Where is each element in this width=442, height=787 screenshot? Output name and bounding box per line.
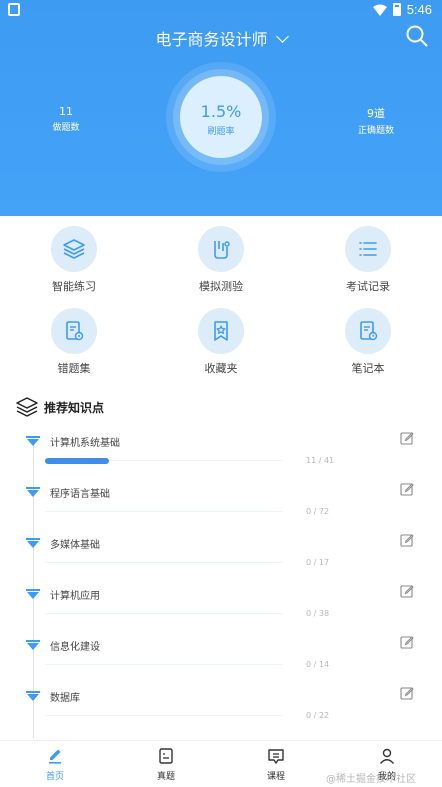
knowledge-point-item[interactable]: 计算机系统基础 11 / 41	[0, 431, 442, 485]
knowledge-point-item[interactable]: 计算机应用 0 / 38	[0, 584, 442, 638]
watermark: @稀土掘金技术社区	[326, 774, 416, 785]
nav-home-label: 首页	[45, 772, 64, 782]
timeline-marker-icon	[26, 691, 40, 701]
flask-icon	[198, 226, 244, 272]
list-icon	[345, 226, 391, 272]
knowledge-point-count: 0 / 17	[306, 558, 330, 567]
mock-test-button[interactable]: 模拟测验	[171, 226, 271, 294]
subject-selector[interactable]: 电子商务设计师	[0, 26, 442, 50]
page-title: 电子商务设计师	[155, 30, 268, 49]
layers-icon	[16, 397, 38, 417]
header: 5:46 电子商务设计师 1.5% 刷题率 11 做题数 9道 正确题数	[0, 0, 442, 216]
timeline-marker-icon	[26, 589, 40, 599]
knowledge-point-count: 0 / 72	[306, 507, 330, 516]
timeline-marker-icon	[26, 640, 40, 650]
error-book-icon	[51, 308, 97, 354]
knowledge-point-name: 信息化建设	[50, 642, 100, 653]
notebook-icon	[345, 308, 391, 354]
knowledge-point-progress	[45, 662, 283, 667]
layers-icon	[51, 226, 97, 272]
knowledge-point-count: 0 / 22	[306, 711, 330, 720]
knowledge-point-item[interactable]: 多媒体基础 0 / 17	[0, 533, 442, 587]
edit-icon[interactable]	[400, 482, 414, 496]
pencil-icon	[49, 749, 61, 764]
nav-courses[interactable]: 课程	[246, 747, 306, 782]
bookmark-star-icon	[198, 308, 244, 354]
error-book-label: 错题集	[57, 362, 91, 375]
nav-past-papers[interactable]: 真题	[136, 747, 196, 782]
search-icon[interactable]	[406, 25, 428, 47]
edit-icon[interactable]	[400, 431, 414, 445]
knowledge-point-count: 11 / 41	[306, 456, 335, 465]
mock-test-label: 模拟测验	[199, 280, 243, 293]
timeline-marker-icon	[26, 487, 40, 497]
exam-record-label: 考试记录	[346, 280, 390, 293]
paper-icon	[159, 748, 173, 764]
knowledge-point-item[interactable]: 程序语言基础 0 / 72	[0, 482, 442, 536]
course-icon	[268, 749, 284, 764]
edit-icon[interactable]	[400, 686, 414, 700]
knowledge-point-progress	[45, 713, 283, 718]
knowledge-point-progress	[45, 509, 283, 514]
done-count-stat: 11 做题数	[40, 105, 92, 133]
smart-practice-label: 智能练习	[52, 280, 96, 293]
wifi-icon	[372, 4, 387, 16]
knowledge-point-name: 计算机应用	[50, 591, 100, 602]
notebook-button[interactable]: 笔记本	[318, 308, 418, 376]
status-indicators: 5:46	[372, 2, 432, 17]
done-count-label: 做题数	[52, 123, 80, 133]
battery-icon	[392, 3, 401, 16]
knowledge-point-progress	[45, 458, 283, 464]
knowledge-point-item[interactable]: 信息化建设 0 / 14	[0, 635, 442, 689]
brush-rate-label: 刷题率	[207, 127, 235, 137]
status-time: 5:46	[406, 2, 432, 17]
correct-count-stat: 9道 正确题数	[346, 105, 406, 136]
knowledge-point-progress	[45, 611, 283, 616]
knowledge-point-progress	[45, 560, 283, 565]
nav-past-papers-label: 真题	[156, 772, 175, 782]
done-count-value: 11	[59, 105, 73, 118]
knowledge-point-name: 多媒体基础	[50, 540, 100, 551]
section-heading: 推荐知识点	[16, 397, 104, 417]
edit-icon[interactable]	[400, 584, 414, 598]
knowledge-point-count: 0 / 38	[306, 609, 330, 618]
section-title: 推荐知识点	[44, 400, 105, 415]
brush-rate-value: 1.5%	[200, 102, 242, 121]
nav-home[interactable]: 首页	[25, 747, 85, 782]
favorites-label: 收藏夹	[204, 362, 238, 375]
timeline-marker-icon	[26, 436, 40, 446]
correct-count-label: 正确题数	[357, 126, 394, 136]
correct-count-value: 9道	[367, 107, 385, 120]
app-notification-icon	[8, 3, 20, 16]
knowledge-point-name: 数据库	[50, 693, 80, 704]
knowledge-point-count: 0 / 14	[306, 660, 330, 669]
knowledge-point-name: 程序语言基础	[50, 489, 110, 500]
chevron-down-icon	[275, 30, 289, 43]
nav-courses-label: 课程	[266, 772, 285, 782]
status-bar: 5:46	[0, 0, 442, 20]
edit-icon[interactable]	[400, 533, 414, 547]
timeline-marker-icon	[26, 538, 40, 548]
edit-icon[interactable]	[400, 635, 414, 649]
progress-fill	[45, 458, 110, 464]
notebook-label: 笔记本	[351, 362, 385, 375]
user-icon	[379, 748, 395, 764]
knowledge-point-item[interactable]: 数据库 0 / 22	[0, 686, 442, 740]
smart-practice-button[interactable]: 智能练习	[24, 226, 124, 294]
favorites-button[interactable]: 收藏夹	[171, 308, 271, 376]
knowledge-point-name: 计算机系统基础	[50, 438, 120, 449]
exam-record-button[interactable]: 考试记录	[318, 226, 418, 294]
error-book-button[interactable]: 错题集	[24, 308, 124, 376]
